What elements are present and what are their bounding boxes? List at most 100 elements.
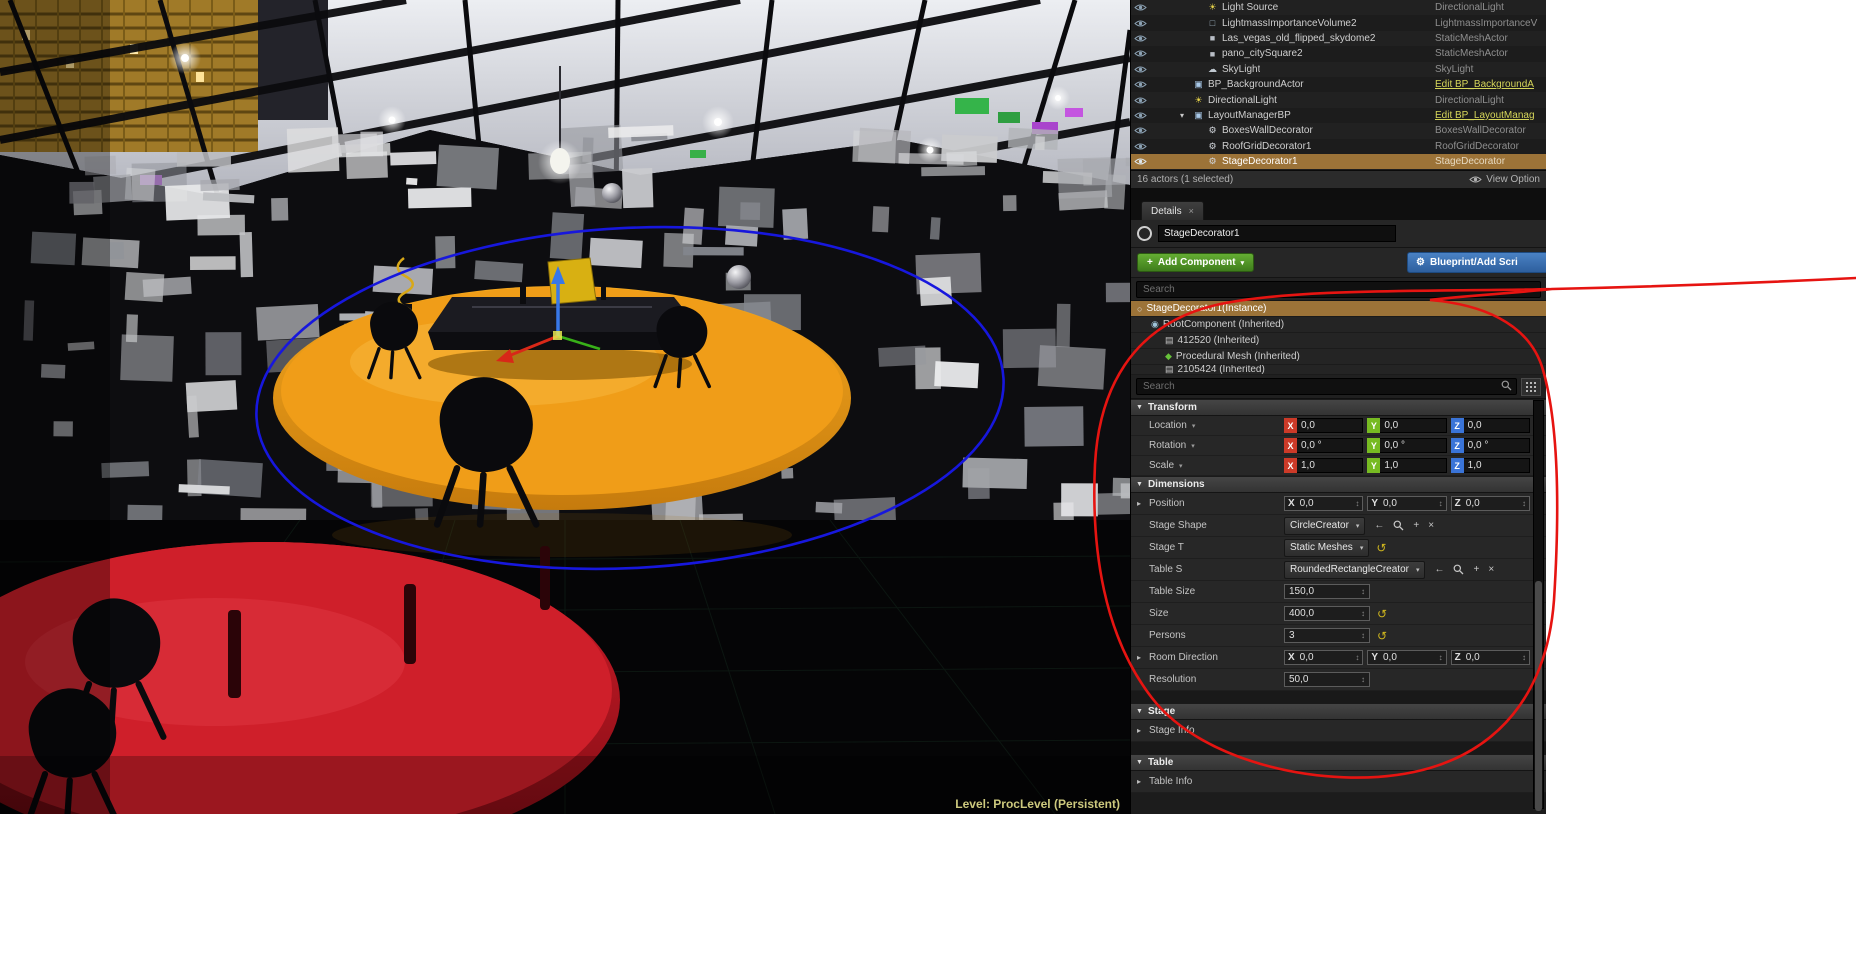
- reset-to-default-icon[interactable]: ↺: [1376, 543, 1386, 553]
- add-icon[interactable]: +: [1413, 520, 1419, 531]
- outliner-row-roofgriddecorator1[interactable]: ⚙RoofGridDecorator1RoofGridDecorator: [1131, 139, 1546, 154]
- section-header-dimensions[interactable]: ▼Dimensions: [1131, 476, 1546, 493]
- outliner-row-boxeswalldecorator[interactable]: ⚙BoxesWallDecoratorBoxesWallDecorator: [1131, 123, 1546, 138]
- visibility-eye-icon[interactable]: [1134, 34, 1150, 43]
- close-icon[interactable]: ×: [1189, 206, 1194, 216]
- expander-icon[interactable]: ▸: [1137, 777, 1141, 786]
- viewport-3d-scene[interactable]: Level: ProcLevel (Persistent): [0, 0, 1130, 814]
- component-search-input[interactable]: [1136, 281, 1541, 298]
- edit-blueprint-link[interactable]: Edit BP_LayoutManag: [1435, 110, 1539, 121]
- section-header-transform[interactable]: ▼Transform: [1131, 399, 1546, 416]
- axis-value[interactable]: 0,0 °: [1464, 438, 1530, 453]
- axis-field-x[interactable]: X0,0: [1284, 418, 1363, 433]
- component-row-2105424-inherited-[interactable]: ▤2105424 (Inherited): [1131, 365, 1546, 375]
- vector-field-z[interactable]: Z0,0↕: [1451, 496, 1530, 511]
- vector-field-z[interactable]: Z0,0↕: [1451, 650, 1530, 665]
- vector-field-y[interactable]: Y0,0↕: [1367, 496, 1446, 511]
- component-row-procedural-mesh-inherited-[interactable]: ◆Procedural Mesh (Inherited): [1131, 349, 1546, 365]
- axis-field-y[interactable]: Y0,0: [1367, 418, 1446, 433]
- axis-value[interactable]: 0,0: [1464, 418, 1530, 433]
- use-selected-arrow-icon[interactable]: ←: [1374, 520, 1384, 531]
- visibility-eye-icon[interactable]: [1134, 96, 1150, 105]
- axis-field-x[interactable]: X1,0: [1284, 458, 1363, 473]
- vector-field-y[interactable]: Y0,0↕: [1367, 650, 1446, 665]
- outliner-row-directionallight[interactable]: ☀DirectionalLightDirectionalLight: [1131, 92, 1546, 107]
- add-icon[interactable]: +: [1473, 564, 1479, 575]
- property-search-input[interactable]: [1136, 378, 1517, 395]
- view-mode-grid-button[interactable]: [1521, 378, 1541, 396]
- axis-field-x[interactable]: X0,0 °: [1284, 438, 1363, 453]
- vector-field-x[interactable]: X0,0↕: [1284, 496, 1363, 511]
- number-field-size[interactable]: 400,0↕: [1284, 606, 1370, 621]
- add-component-button[interactable]: + Add Component ▾: [1137, 253, 1254, 272]
- dropdown-table-s[interactable]: RoundedRectangleCreator▾: [1284, 561, 1425, 579]
- expander-icon[interactable]: ▸: [1137, 726, 1141, 735]
- axis-field-z[interactable]: Z0,0: [1451, 418, 1530, 433]
- visibility-eye-icon[interactable]: [1134, 126, 1150, 135]
- axis-value[interactable]: 0,0: [1380, 418, 1446, 433]
- browse-asset-icon[interactable]: [1453, 564, 1464, 575]
- outliner-row-layoutmanagerbp[interactable]: ▾▣LayoutManagerBPEdit BP_LayoutManag: [1131, 108, 1546, 123]
- axis-value[interactable]: 1,0: [1380, 458, 1446, 473]
- component-row-stagedecorator1-instance-[interactable]: ○StageDecorator1(Instance): [1131, 301, 1546, 317]
- clear-icon[interactable]: ×: [1428, 520, 1434, 531]
- outliner-row-pano-citysquare2[interactable]: ■pano_citySquare2StaticMeshActor: [1131, 46, 1546, 61]
- expander-icon[interactable]: ▸: [1137, 499, 1141, 508]
- edit-blueprint-link[interactable]: Edit BP_BackgroundA: [1435, 79, 1539, 90]
- reset-to-default-icon[interactable]: ↺: [1377, 609, 1387, 619]
- use-selected-arrow-icon[interactable]: ←: [1434, 564, 1444, 575]
- tab-details[interactable]: Details ×: [1141, 201, 1204, 220]
- visibility-eye-icon[interactable]: [1134, 65, 1150, 74]
- axis-value[interactable]: 0,0: [1297, 418, 1363, 433]
- axis-field-z[interactable]: Z0,0 °: [1451, 438, 1530, 453]
- section-header-stage[interactable]: ▼Stage: [1131, 703, 1546, 720]
- view-options-button[interactable]: View Option: [1469, 174, 1540, 185]
- outliner-row-light-source[interactable]: ☀Light SourceDirectionalLight: [1131, 0, 1546, 15]
- number-field-table-size[interactable]: 150,0↕: [1284, 584, 1370, 599]
- blueprint-actor-icon: ▣: [1192, 79, 1205, 90]
- outliner-row-las-vegas-old-flipped-skydome2[interactable]: ■Las_vegas_old_flipped_skydome2StaticMes…: [1131, 31, 1546, 46]
- expander-icon[interactable]: ▸: [1137, 653, 1141, 662]
- visibility-eye-icon[interactable]: [1134, 157, 1150, 166]
- visibility-eye-icon[interactable]: [1134, 3, 1150, 12]
- visibility-eye-icon[interactable]: [1134, 49, 1150, 58]
- browse-asset-icon[interactable]: [1393, 520, 1404, 531]
- axis-field-y[interactable]: Y1,0: [1367, 458, 1446, 473]
- scrollbar-thumb[interactable]: [1535, 581, 1542, 811]
- visibility-eye-icon[interactable]: [1134, 111, 1150, 120]
- component-row-412520-inherited-[interactable]: ▤412520 (Inherited): [1131, 333, 1546, 349]
- number-field-resolution[interactable]: 50,0↕: [1284, 672, 1370, 687]
- spinner-icon: ↕: [1361, 587, 1365, 596]
- axis-value[interactable]: 0,0 °: [1380, 438, 1446, 453]
- clear-icon[interactable]: ×: [1488, 564, 1494, 575]
- axis-value[interactable]: 1,0: [1464, 458, 1530, 473]
- number-field-persons[interactable]: 3↕: [1284, 628, 1370, 643]
- outliner-row-bp-backgroundactor[interactable]: ▣BP_BackgroundActorEdit BP_BackgroundA: [1131, 77, 1546, 92]
- chevron-down-icon[interactable]: ▾: [1192, 422, 1196, 430]
- vector-field-x[interactable]: X0,0↕: [1284, 650, 1363, 665]
- visibility-eye-icon[interactable]: [1134, 19, 1150, 28]
- axis-field-y[interactable]: Y0,0 °: [1367, 438, 1446, 453]
- chevron-down-icon[interactable]: ▾: [1191, 442, 1195, 450]
- outliner-row-skylight[interactable]: ☁SkyLightSkyLight: [1131, 62, 1546, 77]
- axis-value[interactable]: 1,0: [1297, 458, 1363, 473]
- outliner-row-stagedecorator1[interactable]: ⚙StageDecorator1StageDecorator: [1131, 154, 1546, 169]
- axis-field-z[interactable]: Z1,0: [1451, 458, 1530, 473]
- component-row-rootcomponent-inherited-[interactable]: ◉RootComponent (Inherited): [1131, 317, 1546, 333]
- actor-name-field[interactable]: [1158, 225, 1396, 242]
- chevron-down-icon[interactable]: ▾: [1179, 462, 1183, 470]
- blueprint-add-script-button[interactable]: ⚙ Blueprint/Add Scri: [1407, 252, 1546, 273]
- expander-arrow-icon[interactable]: ▾: [1180, 111, 1190, 120]
- visibility-eye-icon[interactable]: [1134, 80, 1150, 89]
- axis-value[interactable]: 0,0 °: [1297, 438, 1363, 453]
- property-label: Persons: [1131, 630, 1186, 641]
- outliner-row-lightmassimportancevolume2[interactable]: □LightmassImportanceVolume2LightmassImpo…: [1131, 15, 1546, 30]
- details-scrollbar[interactable]: [1533, 400, 1544, 809]
- reset-to-default-icon[interactable]: ↺: [1377, 631, 1387, 641]
- dropdown-stage-shape[interactable]: CircleCreator▾: [1284, 517, 1365, 535]
- dropdown-stage-t[interactable]: Static Meshes▾: [1284, 539, 1369, 557]
- section-header-table[interactable]: ▼Table: [1131, 754, 1546, 771]
- property-label: Table S: [1131, 564, 1182, 575]
- visibility-eye-icon[interactable]: [1134, 142, 1150, 151]
- spinner-icon: ↕: [1361, 675, 1365, 684]
